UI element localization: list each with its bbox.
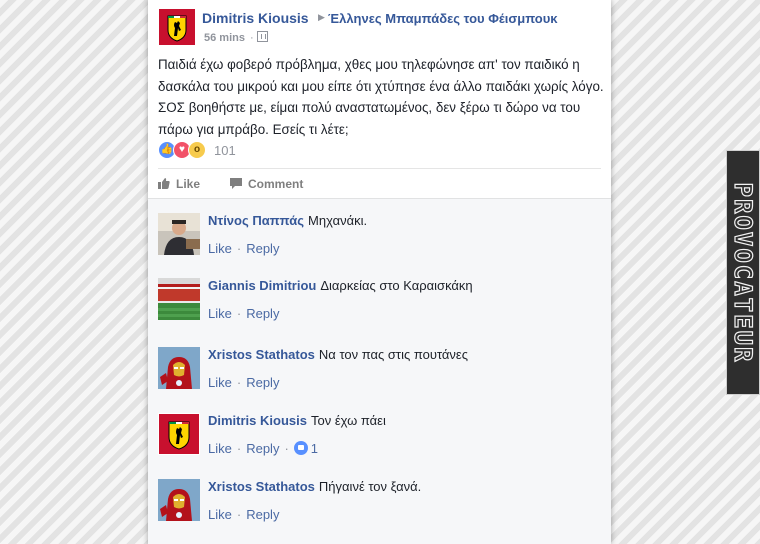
commenter-avatar[interactable]	[158, 479, 200, 521]
comment-actions: Like · Reply	[208, 241, 279, 256]
comment-label: Comment	[248, 177, 304, 191]
commenter-name[interactable]: Xristos Stathatos	[208, 479, 315, 494]
comment-button[interactable]: Comment	[230, 177, 303, 191]
commenter-avatar[interactable]	[158, 278, 200, 320]
separator-dot: ·	[236, 306, 242, 321]
separator-dot: ·	[250, 32, 254, 44]
commenter-avatar[interactable]	[158, 413, 200, 455]
commenter-avatar[interactable]	[158, 213, 200, 255]
comment-like-button[interactable]: Like	[208, 375, 232, 390]
comment-like-button[interactable]: Like	[208, 241, 232, 256]
arrow-right-icon: ▶	[318, 12, 325, 22]
ferrari-logo-icon	[158, 413, 200, 455]
comment-text: Τον έχω πάει	[310, 413, 386, 428]
comment-text: Πήγαινέ τον ξανά.	[318, 479, 422, 494]
commenter-name[interactable]: Giannis Dimitriou	[208, 278, 316, 293]
comment-actions: Like · Reply	[208, 507, 279, 522]
post-actions: Like Comment	[158, 172, 601, 196]
comment-reply-button[interactable]: Reply	[246, 441, 279, 456]
comment-actions: Like · Reply · 1	[208, 441, 318, 456]
comment-actions: Like · Reply	[208, 306, 279, 321]
ferrari-logo-icon	[158, 8, 196, 46]
commenter-avatar[interactable]	[158, 347, 200, 389]
post-author[interactable]: Dimitris Kiousis	[202, 10, 309, 26]
post-timestamp[interactable]: 56 mins	[204, 32, 245, 44]
comment-like-button[interactable]: Like	[208, 306, 232, 321]
separator-dot: ·	[236, 507, 242, 522]
comment-like-button[interactable]: Like	[208, 507, 232, 522]
comment-item: Dimitris Kiousis Τον έχω πάει Like · Reply ·…	[158, 413, 598, 473]
divider	[158, 168, 601, 169]
comment-actions: Like · Reply	[208, 375, 279, 390]
like-button[interactable]: Like	[158, 177, 200, 191]
author-avatar[interactable]	[158, 8, 196, 46]
comment-item: Xristos Stathatos Πήγαινέ τον ξανά. Like ·…	[158, 479, 598, 539]
separator-dot: ·	[284, 441, 289, 456]
comment-body: Giannis Dimitriou Διαρκείας στο Καραισκάκ…	[208, 278, 473, 293]
watermark-text: PROVOCATEUR	[728, 181, 757, 363]
separator-dot: ·	[236, 375, 242, 390]
post-text: Παιδιά έχω φοβερό πρόβλημα, χθες μου τηλ…	[158, 57, 604, 137]
comment-body: Dimitris Kiousis Τον έχω πάει	[208, 413, 386, 428]
comment-icon	[230, 178, 242, 189]
comment-like-count[interactable]: 1	[311, 441, 318, 456]
like-badge-icon[interactable]	[293, 441, 308, 455]
comment-body: Xristos Stathatos Πήγαινέ τον ξανά.	[208, 479, 421, 494]
comment-text: Μηχανάκι.	[308, 213, 368, 228]
comment-reply-button[interactable]: Reply	[246, 507, 279, 522]
comment-body: Ντίνος Παππάς Μηχανάκι.	[208, 213, 367, 228]
thumbs-up-icon	[158, 178, 170, 189]
ironman-avatar-icon	[158, 479, 200, 521]
person-photo-icon	[158, 213, 200, 255]
separator-dot: ·	[236, 241, 242, 256]
audience-icon[interactable]	[257, 31, 268, 42]
watermark: PROVOCATEUR	[726, 150, 760, 395]
ironman-avatar-icon	[158, 347, 200, 389]
comments-list: Ντίνος Παππάς Μηχανάκι. Like · Reply Gianni…	[148, 198, 611, 544]
comment-text: Διαρκείας στο Καραισκάκη	[320, 278, 473, 293]
reaction-count[interactable]: 101	[214, 143, 236, 158]
stadium-photo-icon	[158, 278, 200, 320]
comment-reply-button[interactable]: Reply	[246, 241, 279, 256]
comment-body: Xristos Stathatos Να τον πας στις πουτάνε…	[208, 347, 468, 362]
commenter-name[interactable]: Xristos Stathatos	[208, 347, 315, 362]
comment-like-button[interactable]: Like	[208, 441, 232, 456]
comment-reply-button[interactable]: Reply	[246, 375, 279, 390]
comment-item: Ντίνος Παππάς Μηχανάκι. Like · Reply	[158, 213, 598, 273]
commenter-name[interactable]: Dimitris Kiousis	[208, 413, 307, 428]
separator-dot: ·	[236, 441, 242, 456]
comment-item: Xristos Stathatos Να τον πας στις πουτάνε…	[158, 347, 598, 407]
post-header: Dimitris Kiousis ▶ Έλληνες Μπαμπάδες του…	[158, 8, 601, 48]
post-card: Dimitris Kiousis ▶ Έλληνες Μπαμπάδες του…	[148, 0, 611, 544]
comment-text: Να τον πας στις πουτάνες	[318, 347, 468, 362]
wow-reaction-icon: o	[188, 141, 206, 159]
comment-item: Giannis Dimitriou Διαρκείας στο Καραισκάκ…	[158, 278, 598, 338]
commenter-name[interactable]: Ντίνος Παππάς	[208, 213, 304, 228]
comment-reply-button[interactable]: Reply	[246, 306, 279, 321]
post-group[interactable]: Έλληνες Μπαμπάδες του Φέισμπουκ	[328, 11, 558, 26]
like-label: Like	[176, 177, 201, 191]
